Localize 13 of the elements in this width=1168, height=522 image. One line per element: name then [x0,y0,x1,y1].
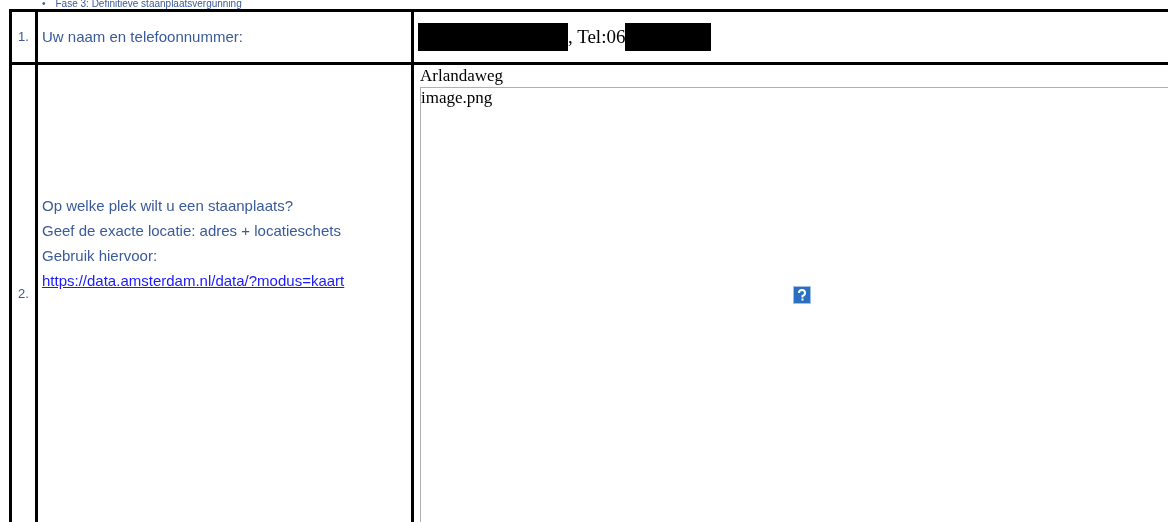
heading-bullet: • [42,0,46,9]
row-number: 1. [18,28,29,47]
question-text: Op welke plek wilt u een staanplaats? [42,195,294,216]
address-text: Arlandaweg [420,65,505,87]
row-number: 2. [18,284,29,303]
map-link[interactable]: https://data.amsterdam.nl/data/?modus=kaart [42,267,407,293]
question-text: Uw naam en telefoonnummer: [42,26,244,47]
question-text: Geef de exacte locatie: adres + locatieschets [42,220,342,241]
section-heading: Fase 3: Definitieve staanplaatsvergunning [55,0,242,9]
phone-label: , Tel:06 [568,24,626,49]
image-filename: image.png [421,88,493,108]
missing-image-icon [792,286,811,304]
question-text: Gebruik hiervoor: [42,245,159,266]
